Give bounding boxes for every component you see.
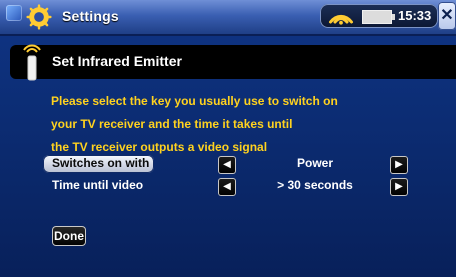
time-until-video-prev-button[interactable]: ◀ <box>218 178 236 196</box>
switches-on-with-value: Power <box>296 156 333 170</box>
settings-screen: Settings 15:33 ✕ Set Infrared Emitter Pl… <box>0 0 456 277</box>
switches-on-with-next-button[interactable]: ▶ <box>390 156 408 174</box>
dialog-title: Set Infrared Emitter <box>52 53 182 69</box>
instruction-line: your TV receiver and the time it takes u… <box>51 117 293 131</box>
battery-icon <box>362 10 395 24</box>
time-until-video-next-button[interactable]: ▶ <box>390 178 408 196</box>
done-button[interactable]: Done <box>52 226 86 246</box>
window-title: Settings <box>62 8 119 24</box>
switches-on-with-label: Switches on with <box>52 156 150 170</box>
switches-on-with-prev-button[interactable]: ◀ <box>218 156 236 174</box>
close-button[interactable]: ✕ <box>438 2 456 30</box>
time-until-video-value: > 30 seconds <box>277 178 353 192</box>
clock: 15:33 <box>398 8 432 23</box>
gear-icon <box>26 4 52 30</box>
infrared-emitter-icon <box>23 44 41 81</box>
app-icon[interactable] <box>6 5 22 21</box>
instruction-line: the TV receiver outputs a video signal <box>51 140 268 154</box>
instruction-line: Please select the key you usually use to… <box>51 94 338 108</box>
time-until-video-label: Time until video <box>52 178 144 192</box>
signal-icon <box>329 14 353 25</box>
